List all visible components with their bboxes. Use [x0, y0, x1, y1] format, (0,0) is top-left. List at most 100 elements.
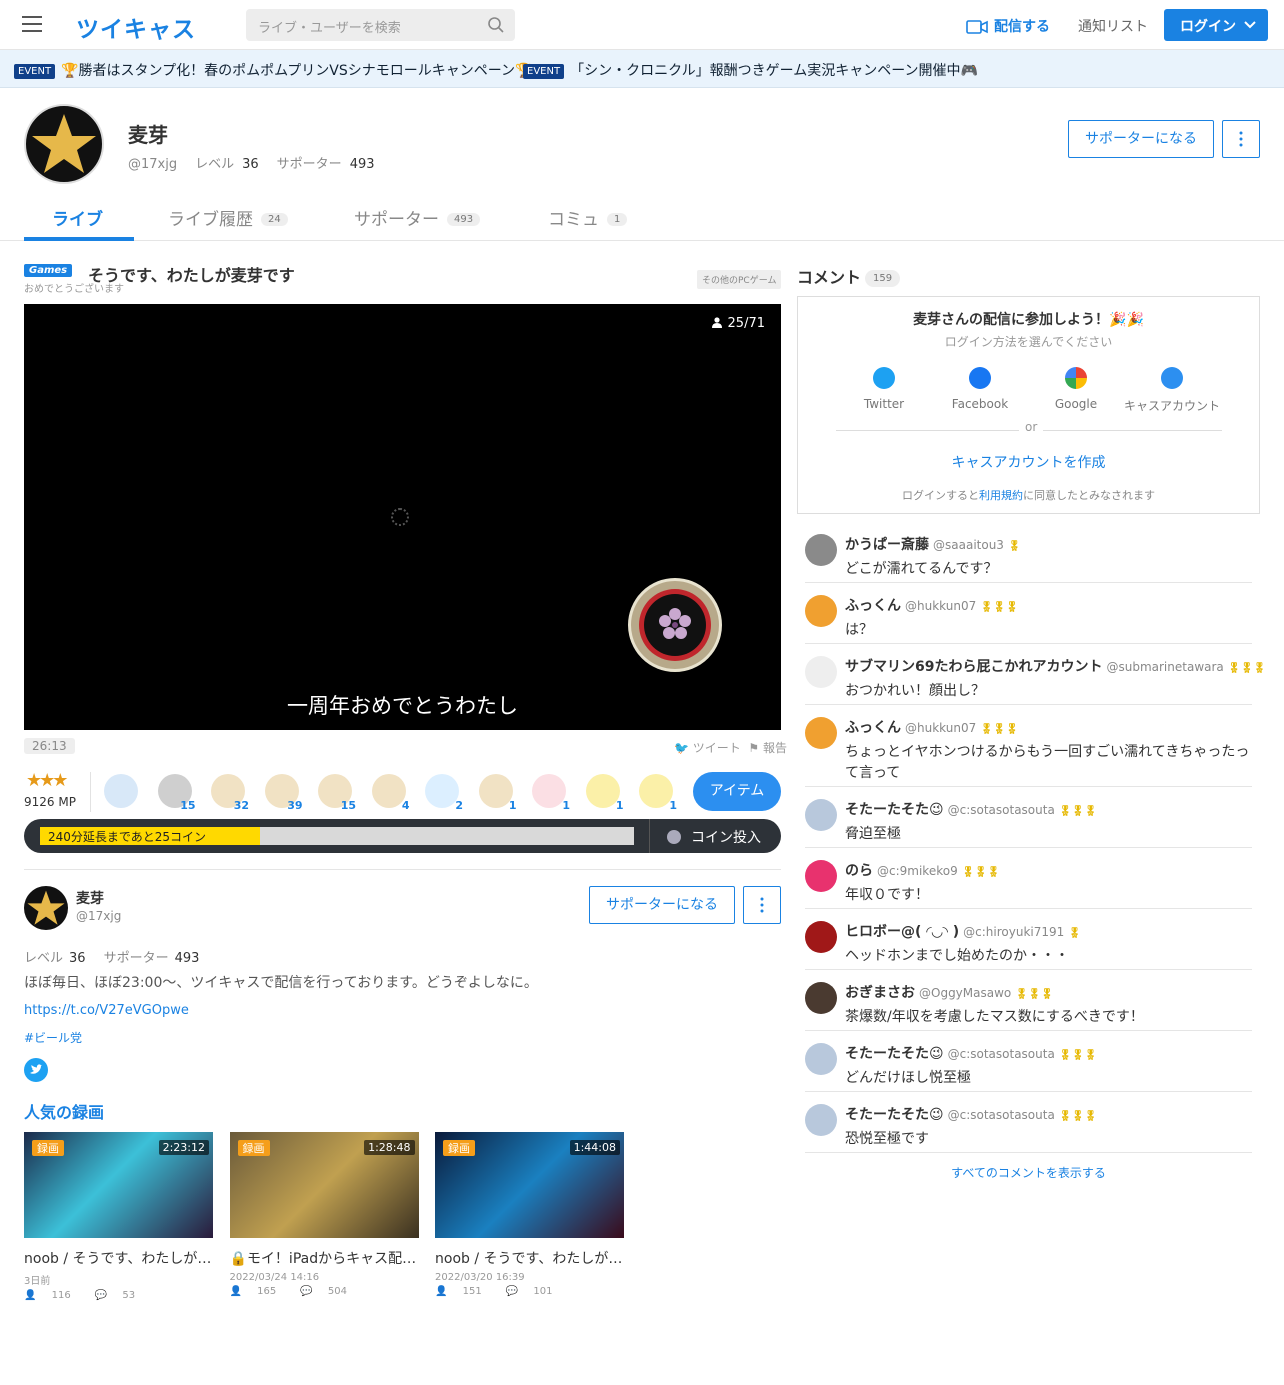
gift-item[interactable]: 1	[475, 772, 517, 812]
recording-card[interactable]: 録画 2:23:12 noob / そうです、わたしが麦芽です 3日前 👤 116 💬 5…	[24, 1132, 213, 1301]
event-link-1[interactable]: EVENT 🏆勝者はスタンプ化！春のポムポムプリンVSシナモロールキャンペーン🏆	[14, 60, 532, 80]
event-link-2[interactable]: EVENT 「シン・クロニクル」報酬つきゲーム実況キャンペーン開催中🎮	[523, 60, 978, 80]
profile-link[interactable]: https://t.co/V27eVGOpwe	[24, 1003, 189, 1018]
recording-title[interactable]: noob / そうです、わたしが麦芽です	[24, 1248, 213, 1268]
gift-item[interactable]: 1	[528, 772, 570, 812]
author-id: @submarinetawara	[1106, 660, 1224, 674]
more-button[interactable]	[1222, 120, 1260, 158]
show-all-comments-link[interactable]: すべてのコメントを表示する	[805, 1164, 1252, 1181]
recording-thumbnail[interactable]: 録画 2:23:12	[24, 1132, 213, 1238]
create-account-link[interactable]: キャスアカウントを作成	[798, 452, 1259, 472]
become-supporter-button[interactable]: サポーターになる	[589, 886, 735, 924]
share-row: 🐦 ツイート ⚑ 報告	[674, 739, 787, 756]
report-label: 報告	[763, 741, 788, 755]
comment-item: ふっくん @hukkun07 🎖🎖🎖 は？	[805, 583, 1252, 644]
comment-text: 恐悦至極です	[845, 1131, 929, 1147]
gift-item[interactable]: 39	[261, 772, 303, 812]
author-name: かうぱー斎藤	[845, 537, 929, 553]
avatar[interactable]	[805, 982, 837, 1014]
gift-item[interactable]: 2	[421, 772, 463, 812]
search-input[interactable]: ライブ・ユーザーを検索	[246, 9, 515, 41]
comment-author[interactable]: のら @c:9mikeko9 🎖🎖🎖	[845, 860, 1000, 880]
about-name[interactable]: 麦芽	[76, 888, 104, 908]
twitter-icon[interactable]	[24, 1058, 48, 1082]
twitter-login-button[interactable]: Twitter	[836, 367, 932, 411]
gift-item[interactable]: 4	[368, 772, 410, 812]
tab-count: 493	[447, 213, 481, 226]
category-tag[interactable]: Games	[24, 264, 73, 277]
gift-item[interactable]: 1	[635, 772, 677, 812]
recording-duration: 2:23:12	[158, 1140, 209, 1155]
recording-card[interactable]: 録画 1:28:48 🔒モイ！iPadからキャス配信中 2022/03/24 14:1…	[229, 1132, 419, 1297]
comment-author[interactable]: ふっくん @hukkun07 🎖🎖🎖	[845, 717, 1018, 737]
comments-title: コメント	[797, 268, 862, 287]
medal-icon: 🎖🎖🎖	[980, 602, 1019, 613]
tweet-link[interactable]: 🐦 ツイート	[674, 741, 741, 755]
comment-item: そたーたそた😉 @c:sotasotasouta 🎖🎖🎖 どんだけほし悦至極	[805, 1031, 1252, 1092]
report-link[interactable]: ⚑ 報告	[748, 741, 787, 755]
tea-icon	[371, 774, 406, 808]
logo[interactable]: ツイキャス	[76, 10, 196, 44]
broadcast-button[interactable]: 配信する	[966, 16, 1050, 36]
tab-community[interactable]: コミュ 1	[548, 205, 628, 230]
avatar[interactable]	[805, 921, 837, 953]
google-login-button[interactable]: Google	[1028, 367, 1124, 411]
tab-supporters[interactable]: サポーター 493	[354, 205, 481, 230]
avatar[interactable]	[805, 656, 837, 688]
avatar[interactable]	[805, 534, 837, 566]
comment-author[interactable]: ヒロボー@( ◜◡◝ ) @c:hiroyuki7191 🎖	[845, 921, 1081, 941]
comment-author[interactable]: そたーたそた😉 @c:sotasotasouta 🎖🎖🎖	[845, 1104, 1097, 1124]
recording-thumbnail[interactable]: 録画 1:44:08	[435, 1132, 624, 1238]
elapsed-time: 26:13	[24, 738, 75, 754]
hashtag-link[interactable]: #ビール党	[24, 1029, 82, 1046]
cas-account-login-button[interactable]: キャスアカウント	[1124, 367, 1220, 414]
flag-icon: ⚑	[748, 741, 763, 755]
search-icon[interactable]	[487, 16, 505, 34]
menu-icon[interactable]	[22, 16, 42, 32]
tab-live-history[interactable]: ライブ履歴 24	[168, 205, 288, 230]
facebook-login-button[interactable]: Facebook	[932, 367, 1028, 411]
comment-item: おぎまさお @OggyMasawo 🎖🎖🎖 茶爆数/年収を考慮したマス数にするべきです…	[805, 970, 1252, 1031]
comment-author[interactable]: おぎまさお @OggyMasawo 🎖🎖🎖	[845, 982, 1053, 1002]
gift-item[interactable]: 1	[582, 772, 624, 812]
avatar[interactable]	[805, 860, 837, 892]
category-badge[interactable]: その他のPCゲーム	[697, 270, 782, 289]
video-caption: 一周年おめでとうわたし	[287, 694, 518, 718]
gift-item[interactable]	[100, 772, 142, 812]
become-supporter-button[interactable]: サポーターになる	[1068, 120, 1214, 158]
insert-coin-button[interactable]: コイン投入	[667, 827, 761, 847]
avatar[interactable]	[805, 717, 837, 749]
recording-title[interactable]: 🔒モイ！iPadからキャス配信中	[230, 1248, 419, 1268]
terms-link[interactable]: 利用規約	[979, 489, 1023, 502]
recording-date: 2022/03/20 16:39	[435, 1272, 525, 1283]
comment-author[interactable]: かうぱー斎藤 @saaaitou3 🎖	[845, 534, 1021, 554]
recording-title[interactable]: noob / そうです、わたしが麦芽です	[435, 1248, 624, 1268]
gift-count: 15	[340, 799, 356, 812]
bunny-icon	[532, 774, 566, 808]
tab-count: 1	[607, 213, 628, 226]
avatar[interactable]	[24, 886, 68, 930]
avatar[interactable]	[805, 595, 837, 627]
search-placeholder: ライブ・ユーザーを検索	[258, 21, 401, 36]
tab-live[interactable]: ライブ	[52, 205, 103, 230]
avatar[interactable]	[24, 104, 104, 184]
comment-author[interactable]: サブマリン69たわら屁こかれアカウント @submarinetawara 🎖🎖🎖	[845, 656, 1266, 676]
avatar[interactable]	[805, 1104, 837, 1136]
login-button[interactable]: ログイン	[1164, 9, 1268, 41]
comment-author[interactable]: そたーたそた😉 @c:sotasotasouta 🎖🎖🎖	[845, 799, 1097, 819]
avatar[interactable]	[805, 799, 837, 831]
comment-author[interactable]: ふっくん @hukkun07 🎖🎖🎖	[845, 595, 1018, 615]
gift-item[interactable]: 15	[154, 772, 196, 812]
recording-thumbnail[interactable]: 録画 1:28:48	[229, 1132, 419, 1238]
comment-author[interactable]: そたーたそた😉 @c:sotasotasouta 🎖🎖🎖	[845, 1043, 1097, 1063]
recording-card[interactable]: 録画 1:44:08 noob / そうです、わたしが麦芽です 2022/03/20 …	[435, 1132, 624, 1297]
item-button[interactable]: アイテム	[693, 772, 781, 811]
gift-item[interactable]: 15	[314, 772, 356, 812]
notify-list-link[interactable]: 通知リスト	[1078, 16, 1148, 36]
gift-item[interactable]: 32	[207, 772, 249, 812]
more-button[interactable]	[743, 886, 781, 924]
views-value: 151	[462, 1286, 482, 1297]
avatar[interactable]	[805, 1043, 837, 1075]
comments-header: コメント 159	[797, 264, 901, 288]
author-name: そたーたそた😉	[845, 1046, 944, 1062]
